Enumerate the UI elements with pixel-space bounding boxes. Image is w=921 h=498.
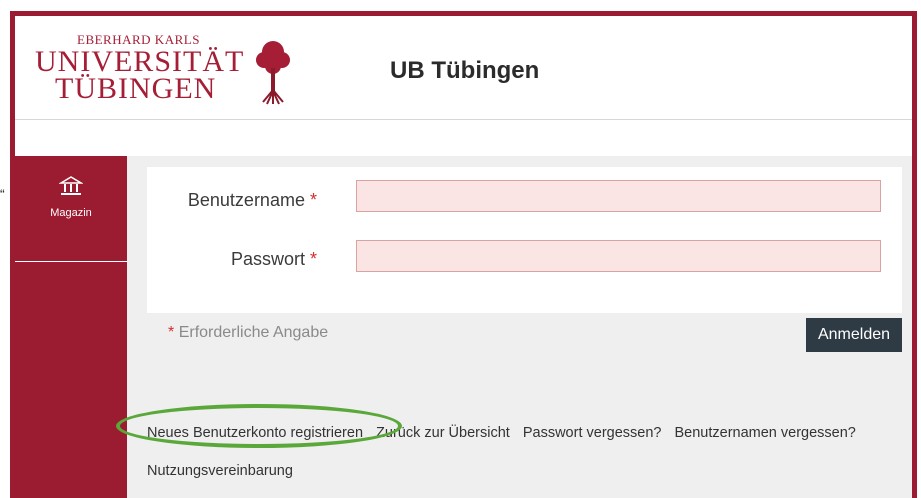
username-input[interactable]: [356, 180, 881, 212]
sidebar-item-magazin[interactable]: Magazin: [15, 176, 127, 219]
logo-line-3: TÜBINGEN: [55, 72, 217, 105]
login-form: Benutzername * Passwort *: [147, 167, 902, 313]
library-icon: [58, 176, 84, 195]
required-note-text: Erforderliche Angabe: [178, 324, 329, 341]
sub-navigation-bar: [15, 120, 912, 157]
forgot-username-link[interactable]: Benutzernamen vergessen?: [675, 425, 856, 441]
header: EBERHARD KARLS UNIVERSITÄT TÜBINGEN UB T…: [15, 24, 912, 120]
page-title: UB Tübingen: [390, 57, 540, 84]
sidebar-item-label: Magazin: [50, 207, 92, 219]
password-input[interactable]: [356, 240, 881, 272]
required-note: * Erforderliche Angabe: [168, 324, 328, 342]
highlight-ellipse: [116, 404, 402, 448]
university-logo[interactable]: EBERHARD KARLS UNIVERSITÄT TÜBINGEN: [35, 32, 244, 105]
forgot-password-link[interactable]: Passwort vergessen?: [523, 425, 662, 441]
required-star: *: [168, 324, 175, 341]
required-star: *: [309, 190, 317, 210]
required-star: *: [309, 249, 317, 269]
password-label: Passwort *: [147, 249, 317, 270]
sidebar: Magazin: [15, 156, 127, 498]
password-label-text: Passwort: [230, 249, 305, 269]
sidebar-divider: [15, 261, 127, 262]
username-label-text: Benutzername: [187, 190, 305, 210]
login-button[interactable]: Anmelden: [806, 318, 902, 352]
username-label: Benutzername *: [147, 190, 317, 211]
stray-quote-mark: “: [0, 186, 5, 202]
tree-emblem-icon: [256, 41, 290, 105]
terms-link[interactable]: Nutzungsvereinbarung: [147, 463, 293, 479]
